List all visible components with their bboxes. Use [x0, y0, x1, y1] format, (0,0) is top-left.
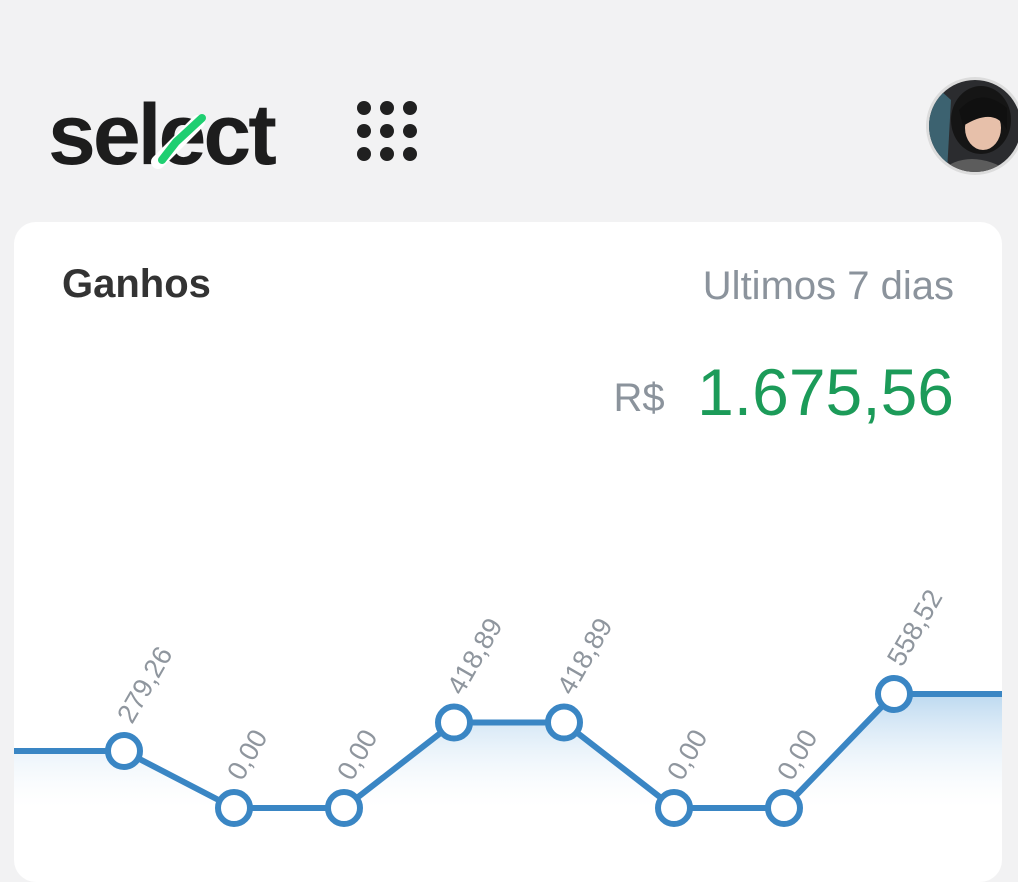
chart-area-fill — [14, 694, 1002, 808]
chart-data-label: 0,00 — [331, 724, 383, 785]
chart-point[interactable] — [105, 732, 143, 770]
chart-point[interactable] — [435, 703, 473, 742]
avatar-photo — [929, 80, 1018, 172]
chart-point[interactable] — [215, 789, 253, 827]
chart-data-label: 418,89 — [551, 613, 618, 700]
apps-grid-icon[interactable] — [356, 100, 418, 162]
chart-point[interactable] — [545, 703, 583, 742]
chart-data-label: 418,89 — [441, 613, 508, 700]
chart-point[interactable] — [765, 789, 803, 827]
earnings-card: Ganhos Ultimos 7 dias R$ 1.675,56 279,26… — [14, 222, 1002, 882]
chart-point[interactable] — [655, 789, 693, 827]
top-bar: select — [0, 0, 1018, 222]
chart-point[interactable] — [325, 789, 363, 827]
chart-data-label: 0,00 — [661, 724, 713, 785]
select-logo: select — [48, 87, 279, 182]
chart-data-label: 0,00 — [221, 724, 273, 785]
chart-data-label: 279,26 — [111, 641, 178, 728]
chart-point[interactable] — [875, 675, 913, 713]
chart-data-label: 558,52 — [881, 584, 948, 671]
earnings-line-chart: 279,260,00 0,00418,89 418,890,00 0,00558,52 — [14, 584, 1002, 827]
logo-text: select — [48, 87, 276, 182]
user-avatar[interactable] — [929, 80, 1018, 172]
